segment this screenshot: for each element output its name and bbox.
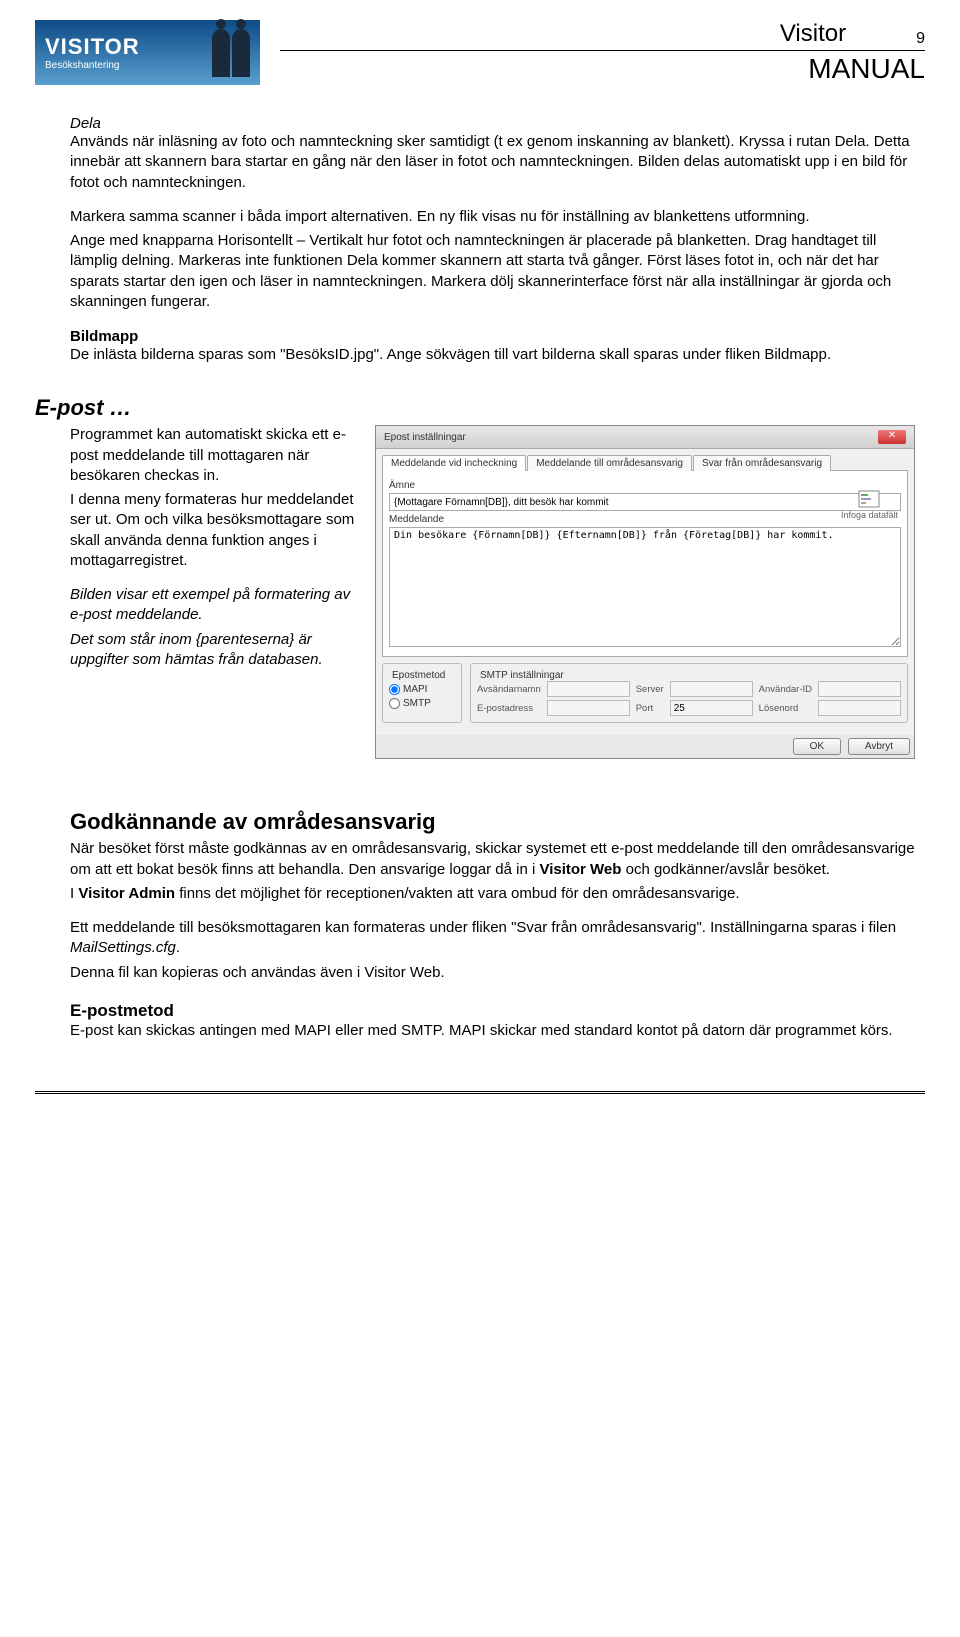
input-userid[interactable] bbox=[818, 681, 901, 697]
label-userid: Användar-ID bbox=[759, 684, 812, 695]
label-port: Port bbox=[636, 703, 664, 714]
epost-caption-1: Bilden visar ett exempel på formatering … bbox=[70, 585, 360, 626]
input-port[interactable] bbox=[670, 700, 753, 716]
page-number: 9 bbox=[916, 30, 925, 48]
tab-area-manager[interactable]: Meddelande till områdesansvarig bbox=[527, 455, 692, 471]
tab-checkin[interactable]: Meddelande vid incheckning bbox=[382, 455, 526, 471]
radio-smtp[interactable] bbox=[389, 698, 400, 709]
email-settings-dialog: Epost inställningar ✕ Meddelande vid inc… bbox=[375, 425, 915, 759]
close-icon[interactable]: ✕ bbox=[878, 430, 906, 444]
insert-datafield-button[interactable]: Infoga datafält bbox=[841, 490, 898, 520]
label-subject: Ämne bbox=[389, 480, 901, 491]
godk-p1: När besöket först måste godkännas av en … bbox=[70, 839, 915, 880]
logo-subtitle: Besökshantering bbox=[45, 60, 140, 71]
message-textarea[interactable] bbox=[389, 527, 901, 647]
ok-button[interactable]: OK bbox=[793, 738, 841, 755]
logo-title: VISITOR bbox=[45, 34, 140, 60]
input-eaddr[interactable] bbox=[547, 700, 630, 716]
dialog-title: Epost inställningar bbox=[384, 432, 466, 443]
epost-heading: E-post … bbox=[35, 395, 915, 421]
epostmetod-body: E-post kan skickas antingen med MAPI ell… bbox=[70, 1021, 915, 1041]
label-smtp: SMTP bbox=[403, 698, 431, 709]
fieldset-epostmetod: Epostmetod MAPI SMTP bbox=[382, 663, 462, 723]
radio-mapi[interactable] bbox=[389, 684, 400, 695]
label-sender: Avsändarnamn bbox=[477, 684, 541, 695]
dela-body: Används när inläsning av foto och namnte… bbox=[70, 132, 915, 193]
epost-caption-2: Det som står inom {parenteserna} är uppg… bbox=[70, 630, 360, 671]
input-sender[interactable] bbox=[547, 681, 630, 697]
bildmapp-heading: Bildmapp bbox=[70, 328, 915, 345]
label-eaddr: E-postadress bbox=[477, 703, 541, 714]
dela-body-3: Ange med knapparna Horisontellt – Vertik… bbox=[70, 231, 915, 312]
godk-p2: I Visitor Admin finns det möjlighet för … bbox=[70, 884, 915, 904]
input-password[interactable] bbox=[818, 700, 901, 716]
dela-body-2: Markera samma scanner i båda import alte… bbox=[70, 207, 915, 227]
label-message: Meddelande bbox=[389, 514, 901, 525]
label-mapi: MAPI bbox=[403, 684, 427, 695]
epost-body-2: I denna meny formateras hur meddelandet … bbox=[70, 490, 360, 571]
page-header: VISITOR Besökshantering Visitor 9 MANUAL bbox=[35, 20, 925, 85]
label-password: Lösenord bbox=[759, 703, 812, 714]
doc-title-1: Visitor bbox=[780, 20, 846, 48]
legend-epostmetod: Epostmetod bbox=[389, 670, 448, 681]
visitor-logo: VISITOR Besökshantering bbox=[35, 20, 260, 85]
silhouette-icon bbox=[232, 29, 250, 77]
dialog-tabs: Meddelande vid incheckning Meddelande ti… bbox=[382, 455, 908, 471]
input-server[interactable] bbox=[670, 681, 753, 697]
godk-p4: Denna fil kan kopieras och användas även… bbox=[70, 963, 915, 983]
legend-smtp: SMTP inställningar bbox=[477, 670, 567, 681]
footer-divider bbox=[35, 1091, 925, 1094]
godkannande-heading: Godkännande av områdesansvarig bbox=[70, 809, 915, 835]
godk-p3: Ett meddelande till besöksmottagaren kan… bbox=[70, 918, 915, 959]
cancel-button[interactable]: Avbryt bbox=[848, 738, 910, 755]
tab-area-reply[interactable]: Svar från områdesansvarig bbox=[693, 455, 831, 471]
bildmapp-body: De inlästa bilderna sparas som "BesöksID… bbox=[70, 345, 915, 365]
dela-heading: Dela bbox=[70, 115, 915, 132]
doc-title-2: MANUAL bbox=[280, 53, 925, 85]
epostmetod-heading: E-postmetod bbox=[70, 1001, 915, 1021]
subject-input[interactable] bbox=[389, 493, 901, 511]
fieldset-smtp: SMTP inställningar Avsändarnamn Server A… bbox=[470, 663, 908, 723]
epost-body-1: Programmet kan automatiskt skicka ett e-… bbox=[70, 425, 360, 486]
label-server: Server bbox=[636, 684, 664, 695]
silhouette-icon bbox=[212, 29, 230, 77]
